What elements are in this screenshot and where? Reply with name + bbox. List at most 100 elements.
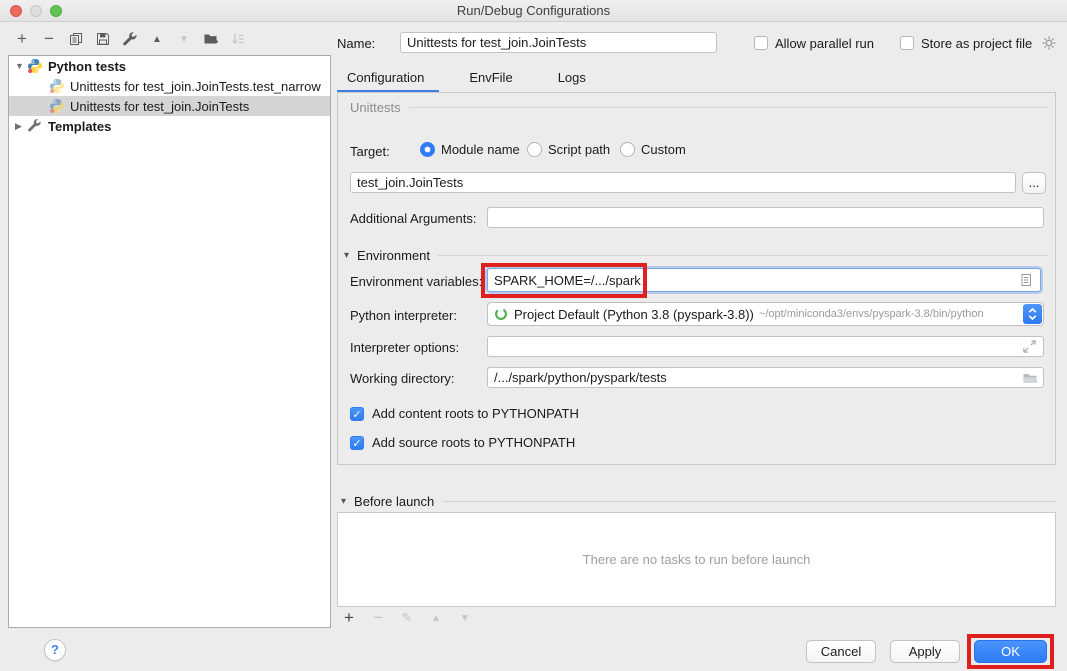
environment-variables-label: Environment variables: (350, 271, 482, 292)
target-module-name-option[interactable]: Module name (420, 142, 520, 157)
environment-section-separator: ▾ Environment (344, 248, 1048, 263)
move-task-up-icon[interactable]: ▲ (428, 610, 444, 626)
copy-configuration-icon[interactable] (68, 31, 84, 47)
edit-task-icon[interactable]: ✎ (399, 610, 415, 626)
script-path-label: Script path (548, 142, 610, 157)
additional-arguments-wrap (487, 207, 1044, 228)
before-launch-collapse-icon[interactable]: ▾ (341, 496, 346, 507)
move-down-icon[interactable]: ▼ (176, 31, 192, 47)
environment-variables-value: SPARK_HOME=/.../spark (494, 273, 641, 288)
configurations-toolbar: + − ▲ ▼ (14, 31, 246, 47)
python-test-config-icon (49, 78, 65, 94)
tree-collapse-icon[interactable]: ▶ (15, 121, 27, 132)
tree-item-label: Python tests (48, 59, 126, 74)
store-as-project-file-label: Store as project file (921, 36, 1032, 51)
add-task-icon[interactable]: + (341, 610, 357, 626)
environment-collapse-icon[interactable]: ▾ (344, 250, 349, 261)
target-custom-option[interactable]: Custom (620, 142, 686, 157)
configuration-tabs: Configuration EnvFile Logs (337, 66, 621, 93)
working-directory-label: Working directory: (350, 368, 455, 389)
before-launch-separator: ▾ Before launch (341, 494, 1056, 509)
interpreter-dropdown-stepper-icon[interactable] (1023, 304, 1042, 324)
apply-button[interactable]: Apply (890, 640, 960, 663)
add-content-roots-option[interactable]: ✓ Add content roots to PYTHONPATH (350, 406, 579, 421)
tree-item-unittests-jointests[interactable]: Unittests for test_join.JoinTests (9, 96, 330, 116)
ok-button[interactable]: OK (974, 640, 1047, 663)
interpreter-options-input[interactable] (487, 336, 1044, 357)
tab-envfile[interactable]: EnvFile (459, 66, 527, 93)
add-content-roots-label: Add content roots to PYTHONPATH (372, 406, 579, 421)
before-launch-label: Before launch (354, 494, 434, 509)
edit-environment-variables-icon[interactable] (1018, 272, 1034, 291)
move-task-down-icon[interactable]: ▼ (457, 610, 473, 626)
add-source-roots-label: Add source roots to PYTHONPATH (372, 435, 575, 450)
target-script-path-option[interactable]: Script path (527, 142, 610, 157)
custom-radio[interactable] (620, 142, 635, 157)
tree-item-python-tests[interactable]: ▼ Python tests (9, 56, 330, 76)
add-source-roots-checkbox[interactable]: ✓ (350, 436, 364, 450)
environment-variables-field[interactable]: SPARK_HOME=/.../spark (487, 268, 1041, 292)
templates-wrench-icon (27, 118, 43, 134)
tab-logs[interactable]: Logs (548, 66, 601, 93)
tree-item-label: Unittests for test_join.JoinTests.test_n… (70, 79, 321, 94)
python-interpreter-label: Python interpreter: (350, 305, 457, 326)
browse-working-directory-folder-icon[interactable] (1022, 370, 1038, 389)
working-directory-wrap (487, 367, 1044, 388)
before-launch-task-list: There are no tasks to run before launch (337, 512, 1056, 607)
sort-configurations-icon[interactable] (230, 31, 246, 47)
cancel-button[interactable]: Cancel (806, 640, 876, 663)
custom-label: Custom (641, 142, 686, 157)
tree-item-label: Templates (48, 119, 111, 134)
python-interpreter-value: Project Default (Python 3.8 (pyspark-3.8… (514, 307, 754, 322)
store-as-project-file-option[interactable]: Store as project file (900, 35, 1057, 51)
browse-target-button[interactable]: ... (1022, 172, 1046, 194)
add-content-roots-checkbox[interactable]: ✓ (350, 407, 364, 421)
new-folder-icon[interactable] (203, 31, 219, 47)
module-name-radio[interactable] (420, 142, 435, 157)
before-launch-empty-message: There are no tasks to run before launch (583, 552, 811, 567)
remove-task-icon[interactable]: − (370, 610, 386, 626)
python-tests-icon (27, 58, 43, 74)
store-as-project-file-gear-icon[interactable] (1041, 35, 1057, 51)
python-interpreter-select[interactable]: Project Default (Python 3.8 (pyspark-3.8… (487, 302, 1044, 326)
expand-interpreter-options-icon[interactable] (1022, 339, 1037, 357)
title-bar: Run/Debug Configurations (0, 0, 1067, 22)
configurations-tree: ▼ Python tests Unittests for test_join.J… (8, 55, 331, 628)
add-source-roots-option[interactable]: ✓ Add source roots to PYTHONPATH (350, 435, 575, 450)
help-button[interactable]: ? (44, 639, 66, 661)
name-field-wrap (400, 32, 717, 53)
tree-item-templates[interactable]: ▶ Templates (9, 116, 330, 136)
store-as-project-file-checkbox[interactable] (900, 36, 914, 50)
allow-parallel-run-option[interactable]: Allow parallel run (754, 35, 874, 51)
conda-interpreter-icon (494, 307, 508, 321)
edit-templates-wrench-icon[interactable] (122, 31, 138, 47)
name-input[interactable] (400, 32, 717, 53)
target-field-wrap (350, 172, 1016, 193)
python-test-config-icon (49, 98, 65, 114)
save-configuration-icon[interactable] (95, 31, 111, 47)
interpreter-options-wrap (487, 336, 1044, 357)
allow-parallel-run-label: Allow parallel run (775, 36, 874, 51)
tree-item-label: Unittests for test_join.JoinTests (70, 99, 249, 114)
before-launch-toolbar: + − ✎ ▲ ▼ (341, 610, 473, 626)
unittests-section-label: Unittests (350, 100, 401, 115)
working-directory-input[interactable] (487, 367, 1044, 388)
target-input[interactable] (350, 172, 1016, 193)
script-path-radio[interactable] (527, 142, 542, 157)
interpreter-options-label: Interpreter options: (350, 337, 459, 358)
name-label: Name: (337, 33, 375, 54)
move-up-icon[interactable]: ▲ (149, 31, 165, 47)
tree-item-unittests-test-narrow[interactable]: Unittests for test_join.JoinTests.test_n… (9, 76, 330, 96)
additional-arguments-label: Additional Arguments: (350, 208, 476, 229)
allow-parallel-run-checkbox[interactable] (754, 36, 768, 50)
remove-configuration-icon[interactable]: − (41, 31, 57, 47)
window-title: Run/Debug Configurations (0, 3, 1067, 18)
tab-configuration[interactable]: Configuration (337, 66, 439, 93)
unittests-section-separator: Unittests (350, 100, 1048, 115)
additional-arguments-input[interactable] (487, 207, 1044, 228)
tree-expand-icon[interactable]: ▼ (15, 61, 27, 71)
module-name-label: Module name (441, 142, 520, 157)
target-label: Target: (350, 141, 390, 162)
python-interpreter-path: ~/opt/miniconda3/envs/pyspark-3.8/bin/py… (759, 308, 984, 320)
add-configuration-icon[interactable]: + (14, 31, 30, 47)
